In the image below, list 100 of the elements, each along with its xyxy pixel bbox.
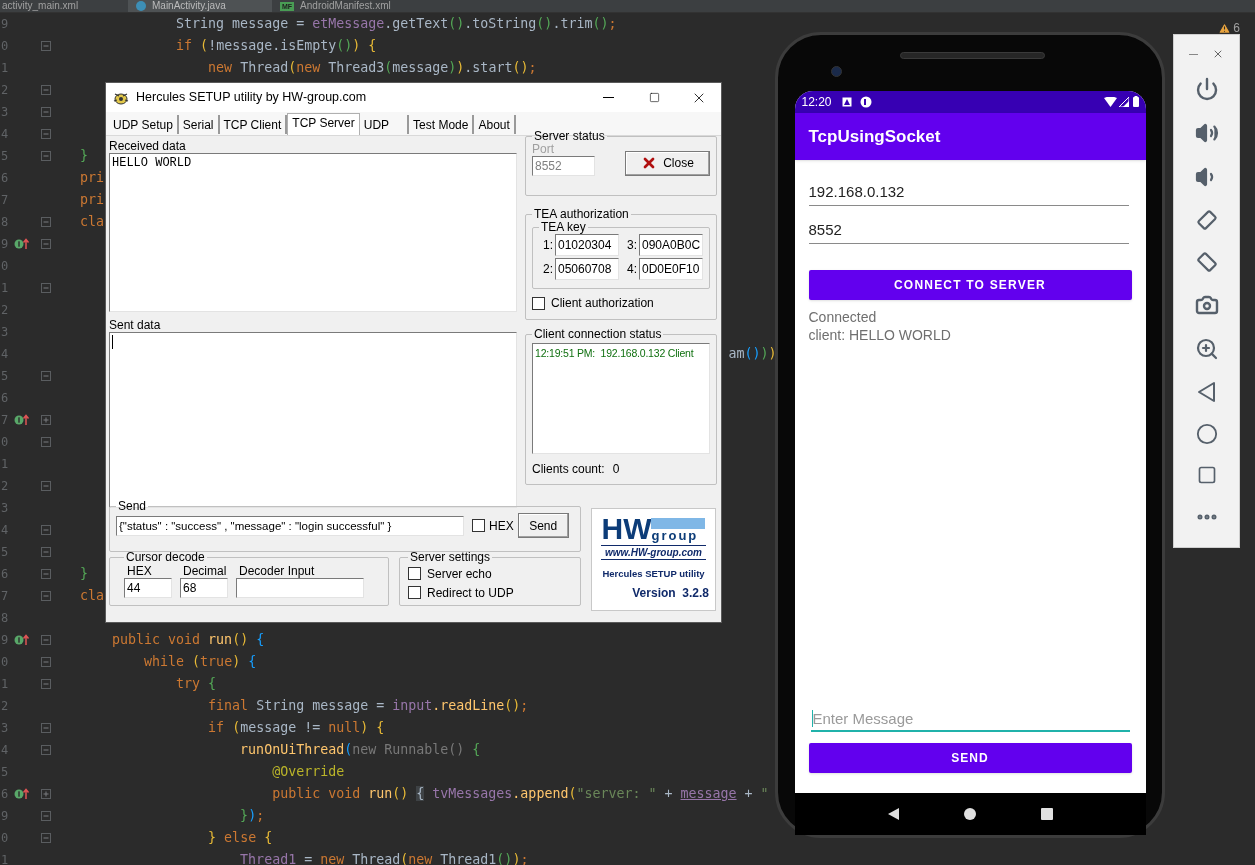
key-field[interactable]: 0D0E0F10 [639, 258, 703, 280]
collapse-icon[interactable] [41, 745, 51, 755]
collapse-icon[interactable] [41, 525, 51, 535]
collapse-icon[interactable] [41, 547, 51, 557]
collapse-icon[interactable] [41, 811, 51, 821]
line-number: 4 [1, 347, 9, 361]
connect-button[interactable]: CONNECT TO SERVER [808, 269, 1132, 300]
code-line: public void run() { [112, 631, 265, 650]
tab[interactable]: About [474, 115, 516, 134]
collapse-icon[interactable] [41, 151, 51, 161]
message-field[interactable]: Enter Message [810, 706, 1130, 733]
notification-icon [859, 95, 872, 108]
key-field[interactable]: 01020304 [555, 234, 619, 256]
minimize-icon [602, 97, 614, 98]
editor-tab[interactable]: MainActivity.java [128, 0, 272, 12]
line-number: 3 [1, 105, 9, 119]
collapse-icon[interactable] [41, 481, 51, 491]
checkbox[interactable] [408, 567, 421, 580]
line-number: 2 [1, 479, 9, 493]
recents-icon[interactable] [1041, 808, 1054, 821]
connection-list[interactable]: 12:19:51 PM: 192.168.0.132 Client [532, 343, 710, 454]
override-marker-icon[interactable] [14, 414, 30, 426]
code-line: }); [240, 807, 265, 826]
code-line: if (!message.isEmpty()) { [176, 37, 377, 56]
line-number: 2 [1, 83, 9, 97]
send-field[interactable]: {"status" : "success" , "message" : "login successful" } [116, 515, 464, 536]
collapse-icon[interactable] [41, 217, 51, 227]
tab[interactable]: TCP Server [287, 113, 360, 135]
logo-url: www.HW-group.com [601, 545, 706, 560]
collapse-icon[interactable] [41, 437, 51, 447]
collapse-icon[interactable] [41, 635, 51, 645]
checkbox[interactable] [532, 296, 545, 310]
collapse-icon[interactable] [41, 723, 51, 733]
tab[interactable]: Serial [178, 115, 220, 134]
status-time: 12:20 [801, 93, 832, 111]
collapse-icon[interactable] [41, 85, 51, 95]
collapse-icon[interactable] [41, 107, 51, 117]
line-number: 7 [1, 193, 9, 207]
power-icon[interactable] [1194, 77, 1219, 101]
send-button[interactable]: Send [517, 513, 569, 538]
collapse-icon[interactable] [41, 833, 51, 843]
zoom-icon[interactable] [1194, 337, 1219, 361]
checkbox[interactable] [472, 519, 485, 532]
connection-entry[interactable]: 12:19:51 PM: 192.168.0.132 Client [535, 344, 707, 362]
expand-icon[interactable] [41, 415, 51, 425]
code-line: try { [176, 675, 217, 694]
line-number: 6 [1, 567, 9, 581]
line-number: 5 [1, 149, 9, 163]
back-icon[interactable] [886, 807, 900, 822]
collapse-icon[interactable] [41, 679, 51, 689]
camera-icon[interactable] [1194, 293, 1219, 317]
line-number: 8 [1, 215, 9, 229]
tab[interactable]: UDP [359, 115, 410, 134]
collapse-icon[interactable] [41, 657, 51, 667]
override-marker-icon[interactable] [14, 788, 30, 800]
overview-icon[interactable] [1196, 465, 1217, 485]
editor-tab[interactable]: activity_main.xml [0, 0, 128, 12]
home-icon[interactable] [964, 808, 977, 821]
rotate-right-icon[interactable] [1195, 251, 1218, 273]
override-marker-icon[interactable] [14, 634, 30, 646]
tab[interactable]: UDP Setup [109, 115, 179, 134]
key-field[interactable]: 05060708 [555, 258, 619, 280]
send-message-button[interactable]: SEND [808, 743, 1132, 774]
close-icon[interactable] [1212, 48, 1224, 60]
collapse-icon[interactable] [41, 41, 51, 51]
rotate-left-icon[interactable] [1195, 209, 1218, 231]
collapse-icon[interactable] [41, 371, 51, 381]
sent-data-label: Sent data [109, 317, 162, 332]
received-data-area[interactable]: HELLO WORLD [109, 153, 517, 312]
line-number: 5 [1, 369, 9, 383]
volume-up-icon[interactable] [1194, 121, 1219, 145]
text-field[interactable]: 192.168.0.132 [808, 180, 1129, 206]
line-number: 1 [1, 281, 9, 295]
decode-field[interactable]: 44 [124, 578, 172, 598]
key-field[interactable]: 090A0B0C [639, 234, 703, 256]
tab[interactable]: Test Mode [409, 115, 475, 134]
key-index: 4: [627, 261, 637, 278]
warning-icon[interactable] [1218, 21, 1232, 35]
code-line: while (true) { [144, 653, 257, 672]
collapse-icon[interactable] [41, 239, 51, 249]
expand-icon[interactable] [41, 789, 51, 799]
line-number: 1 [1, 677, 9, 691]
checkbox[interactable] [408, 586, 421, 599]
minimize-icon[interactable] [1189, 53, 1198, 55]
checkbox-label: Client authorization [551, 295, 654, 312]
collapse-icon[interactable] [41, 283, 51, 293]
text-field[interactable]: 8552 [808, 218, 1129, 244]
code-line: } [80, 147, 88, 166]
line-number: 5 [1, 765, 9, 779]
decode-field[interactable]: 68 [180, 578, 228, 598]
collapse-icon[interactable] [41, 591, 51, 601]
collapse-icon[interactable] [41, 569, 51, 579]
line-number: 8 [1, 611, 9, 625]
group-label: TEA authorization [533, 208, 630, 221]
decode-label: HEX [126, 564, 153, 578]
collapse-icon[interactable] [41, 129, 51, 139]
port-label: Port [532, 143, 555, 156]
override-marker-icon[interactable] [14, 238, 30, 250]
decode-field[interactable] [236, 578, 364, 598]
code-line: if (message != null) { [208, 719, 385, 738]
